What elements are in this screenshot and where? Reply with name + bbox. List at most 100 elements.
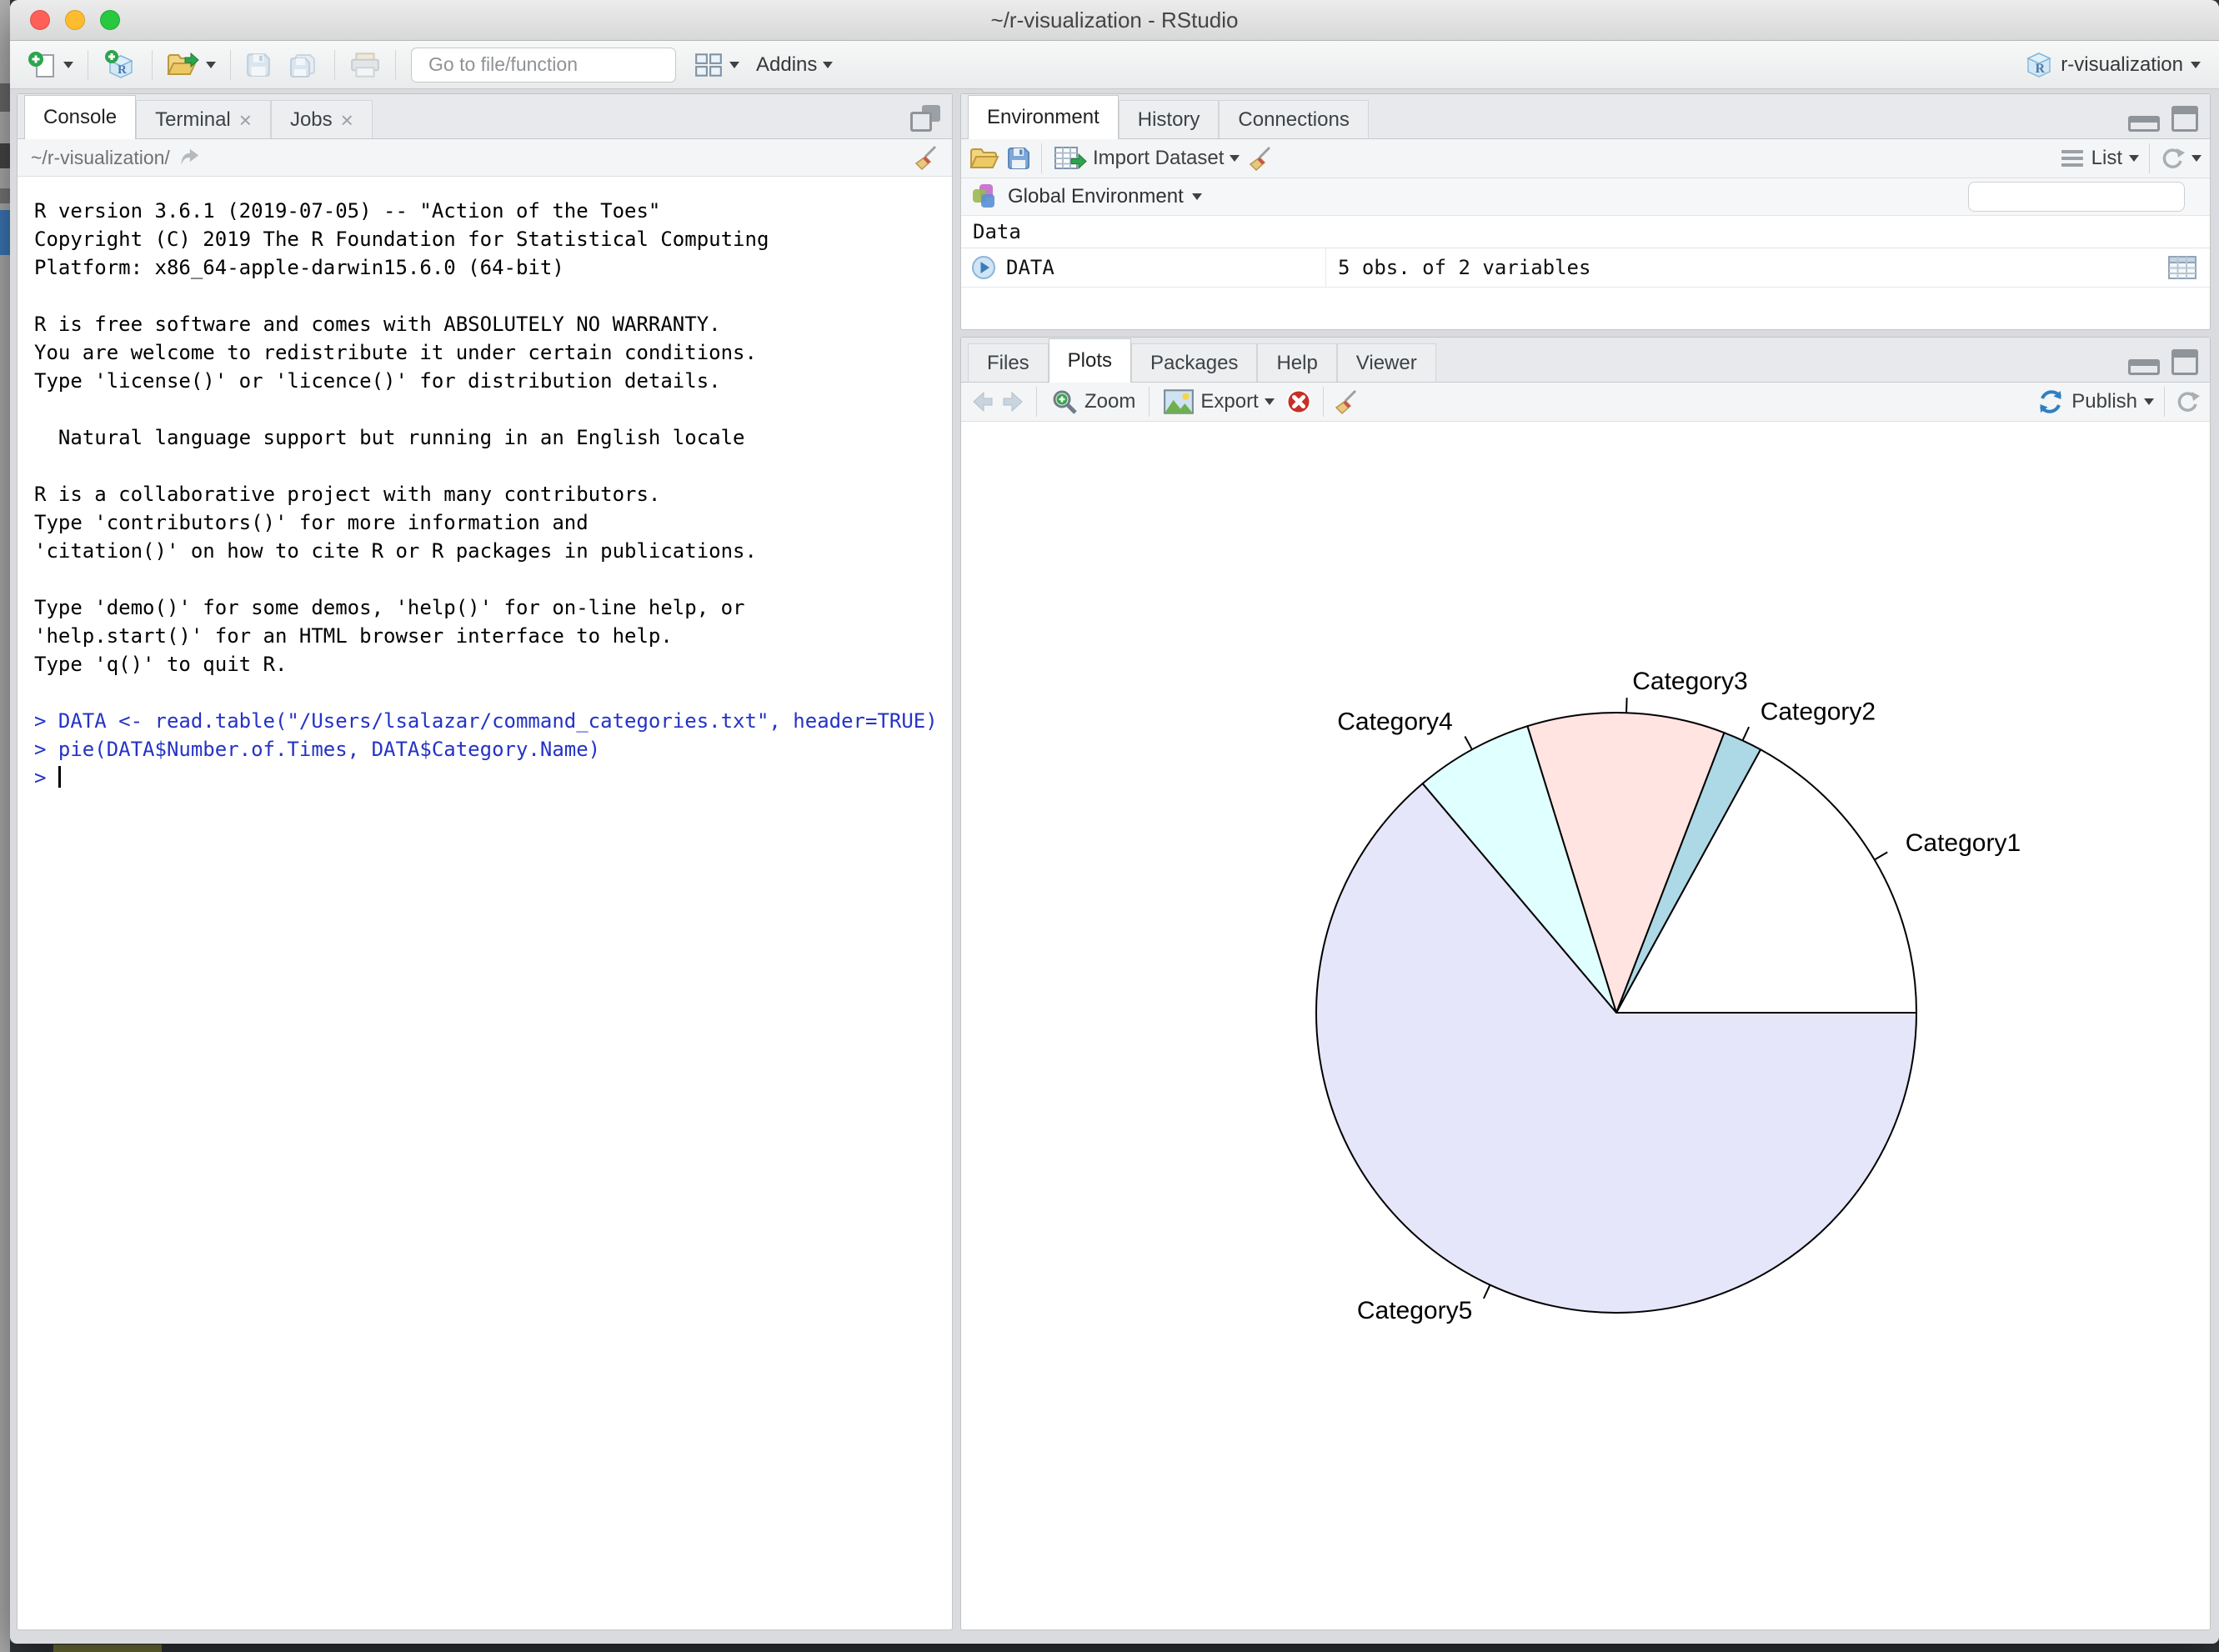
data-section-header: Data: [961, 216, 2210, 248]
global-environment-icon: [971, 183, 999, 211]
maximize-pane-icon[interactable]: [2171, 106, 2198, 132]
pie-chart: Category1Category2Category3Category4Cate…: [961, 422, 2210, 1630]
tab-files[interactable]: Files: [968, 343, 1049, 382]
clear-console-button[interactable]: [914, 144, 939, 171]
desktop-fragment-blue: [0, 210, 10, 255]
chevron-down-icon: [729, 62, 739, 68]
remove-plot-button[interactable]: [1285, 388, 1313, 416]
list-view-button[interactable]: List: [2060, 147, 2139, 170]
restore-pane-icon[interactable]: [910, 105, 940, 132]
object-summary: 5 obs. of 2 variables: [1326, 256, 2168, 279]
environment-object-row[interactable]: DATA 5 obs. of 2 variables: [961, 248, 2210, 288]
list-label: List: [2091, 147, 2122, 170]
open-file-button[interactable]: [161, 50, 222, 80]
tab-label: Terminal: [155, 108, 231, 132]
zoom-magnifier-icon: [1050, 388, 1079, 416]
console-line: Natural language support but running in …: [34, 423, 952, 452]
zoom-label: Zoom: [1084, 390, 1135, 413]
chevron-down-icon: [2191, 155, 2201, 162]
tab-terminal[interactable]: Terminal ×: [136, 100, 271, 138]
console-line: [34, 565, 952, 593]
previous-plot-button[interactable]: [969, 389, 994, 414]
new-project-icon: R: [103, 49, 138, 81]
pie-label-tick: [1743, 727, 1750, 740]
environment-scope-button[interactable]: Global Environment: [971, 183, 1202, 211]
toolbar-separator: [1323, 387, 1324, 417]
publish-plot-button[interactable]: Publish: [2036, 388, 2154, 416]
tab-console[interactable]: Console: [24, 95, 136, 139]
rstudio-window: ~/r-visualization - RStudio R: [10, 0, 2219, 1644]
clear-plots-button[interactable]: [1334, 388, 1359, 415]
zoom-plot-button[interactable]: Zoom: [1047, 386, 1139, 418]
load-workspace-button[interactable]: [969, 146, 999, 171]
chevron-down-icon: [1230, 155, 1240, 162]
close-icon[interactable]: ×: [239, 109, 252, 131]
next-plot-button[interactable]: [1001, 389, 1026, 414]
save-all-button[interactable]: [283, 49, 326, 81]
environment-tabstrip: Environment History Connections: [961, 94, 2210, 139]
console-line: R is a collaborative project with many c…: [34, 480, 952, 508]
expand-object-icon[interactable]: [971, 255, 996, 280]
publish-label: Publish: [2071, 390, 2137, 413]
goto-directory-icon[interactable]: [178, 148, 200, 168]
environment-search-input[interactable]: [1981, 185, 2211, 208]
console-tabstrip: Console Terminal × Jobs ×: [18, 94, 952, 139]
tab-plots[interactable]: Plots: [1049, 338, 1131, 383]
console-command: > pie(DATA$Number.of.Times, DATA$Categor…: [34, 735, 952, 763]
toolbar-separator: [1036, 387, 1037, 417]
environment-search[interactable]: [1968, 182, 2185, 212]
environment-scope-row: Global Environment: [961, 178, 2210, 216]
save-button[interactable]: [239, 50, 278, 80]
tab-history[interactable]: History: [1119, 100, 1220, 138]
close-icon[interactable]: ×: [341, 109, 353, 131]
tab-viewer[interactable]: Viewer: [1337, 343, 1436, 382]
tab-jobs[interactable]: Jobs ×: [271, 100, 373, 138]
panes-grid-icon: [694, 52, 724, 78]
plots-toolbar: Zoom Export Publish: [961, 383, 2210, 422]
minimize-pane-icon[interactable]: [2128, 116, 2160, 132]
minimize-pane-icon[interactable]: [2128, 359, 2160, 375]
toolbar-separator: [2164, 387, 2165, 417]
plots-tabstrip: Files Plots Packages Help Viewer: [961, 338, 2210, 383]
tab-environment[interactable]: Environment: [968, 95, 1119, 139]
desktop-fragment-olive: [53, 1644, 162, 1652]
export-plot-button[interactable]: Export: [1160, 387, 1277, 417]
goto-file-input[interactable]: [427, 53, 677, 77]
print-button[interactable]: [343, 50, 387, 80]
zoom-window-button[interactable]: [100, 10, 120, 30]
import-dataset-icon: [1054, 145, 1087, 172]
save-workspace-button[interactable]: [1006, 146, 1031, 171]
refresh-icon: [2175, 388, 2201, 415]
toolbar-separator: [1041, 143, 1042, 173]
window-title: ~/r-visualization - RStudio: [991, 8, 1239, 33]
publish-icon: [2036, 388, 2065, 416]
tab-label: Console: [43, 106, 117, 129]
section-header-label: Data: [973, 220, 1021, 243]
refresh-plot-button[interactable]: [2175, 388, 2201, 415]
tab-label: Viewer: [1356, 352, 1417, 375]
chevron-down-icon: [2191, 62, 2201, 68]
refresh-environment-button[interactable]: [2160, 145, 2201, 172]
tab-packages[interactable]: Packages: [1131, 343, 1257, 382]
maximize-pane-icon[interactable]: [2171, 349, 2198, 375]
clear-environment-button[interactable]: [1248, 145, 1273, 172]
console-output[interactable]: R version 3.6.1 (2019-07-05) -- "Action …: [18, 177, 952, 1629]
project-chooser[interactable]: R r-visualization: [2025, 51, 2207, 79]
table-grid-icon: [2168, 256, 2196, 279]
new-project-button[interactable]: R: [97, 48, 143, 83]
addins-label: Addins: [756, 53, 817, 77]
import-dataset-button[interactable]: Import Dataset: [1052, 143, 1241, 173]
addins-button[interactable]: Addins: [750, 52, 839, 78]
tab-help[interactable]: Help: [1257, 343, 1336, 382]
new-file-button[interactable]: [22, 48, 79, 82]
console-prompt[interactable]: >: [34, 763, 952, 792]
minimize-window-button[interactable]: [65, 10, 85, 30]
view-table-button[interactable]: [2168, 256, 2196, 279]
close-window-button[interactable]: [30, 10, 50, 30]
console-line: Type 'q()' to quit R.: [34, 650, 952, 678]
pane-layout-button[interactable]: [688, 50, 745, 80]
goto-file-search[interactable]: [411, 48, 676, 83]
tab-connections[interactable]: Connections: [1219, 100, 1368, 138]
chevron-down-icon: [1192, 193, 1202, 200]
console-toolbar: ~/r-visualization/: [18, 139, 952, 177]
